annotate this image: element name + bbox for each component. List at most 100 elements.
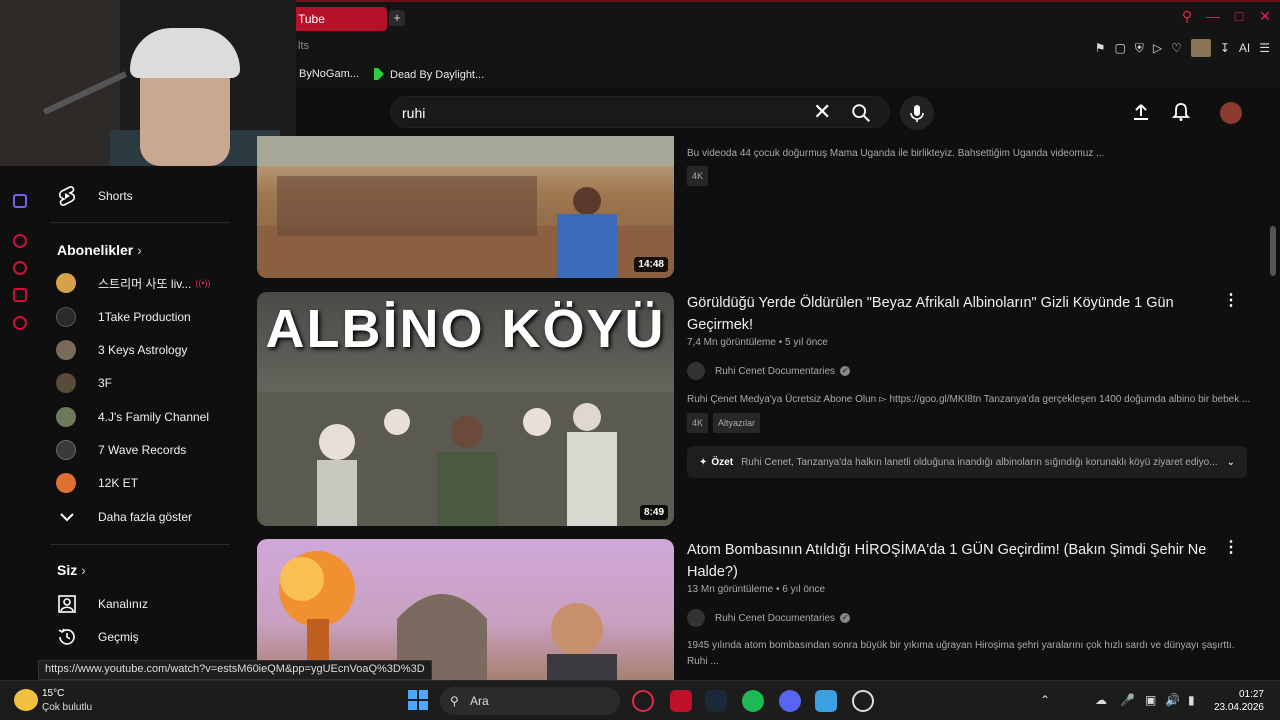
close-icon[interactable]: ✕ xyxy=(1258,8,1272,25)
webcam-overlay xyxy=(0,0,296,166)
opera-gx-icon[interactable] xyxy=(632,690,654,712)
tabbar-accent-line xyxy=(296,0,1280,2)
voice-search-icon[interactable] xyxy=(900,96,934,130)
show-more-label: Daha fazla göster xyxy=(98,510,193,524)
profile-avatar[interactable] xyxy=(1190,39,1211,57)
cloud-icon[interactable]: ☁ xyxy=(1095,693,1107,707)
sidebar-channel-item[interactable]: 1Take Production xyxy=(56,302,238,332)
search-icon[interactable] xyxy=(850,102,872,124)
search-input[interactable]: ruhi xyxy=(402,105,425,121)
sidebar-item-history[interactable]: Geçmiş xyxy=(56,622,238,652)
taskbar-search[interactable]: ⚲ Ara xyxy=(440,687,620,715)
player-icon[interactable] xyxy=(13,234,27,248)
page-scrollbar[interactable] xyxy=(1270,226,1276,276)
play-icon[interactable]: ▷ xyxy=(1153,41,1162,55)
twitch-icon[interactable] xyxy=(13,194,27,208)
channel-avatar xyxy=(687,609,705,627)
video-thumbnail[interactable]: ALBİNO KÖYÜ 8:49 xyxy=(257,292,674,526)
video-description: 1945 yılında atom bombasından sonra büyü… xyxy=(687,640,1235,651)
ai-button[interactable]: AI xyxy=(1239,41,1250,55)
heart-icon[interactable]: ♡ xyxy=(1171,41,1182,55)
ai-summary-panel[interactable]: ✦ Özet Ruhi Cenet, Tanzanya'da halkın la… xyxy=(687,446,1247,478)
sidebar-channel-item[interactable]: 스트리머 사또 liv... ((•)) xyxy=(56,268,238,298)
subscriptions-header[interactable]: Abonelikler › xyxy=(57,242,142,258)
battery-icon[interactable]: ▮ xyxy=(1188,693,1195,707)
sidebar-item-label: Shorts xyxy=(98,189,133,203)
subtitles-badge: Altyazılar xyxy=(713,413,761,433)
thumbnail-title-text: ALBİNO KÖYÜ xyxy=(265,299,666,359)
search-tabs-icon[interactable]: ⚲ xyxy=(1180,8,1194,25)
account-avatar[interactable] xyxy=(1220,102,1242,124)
steam-icon[interactable] xyxy=(705,690,727,712)
menu-icon[interactable]: ☰ xyxy=(1259,41,1270,55)
download-icon[interactable]: ↧ xyxy=(1220,41,1230,55)
channel-avatar xyxy=(56,340,76,360)
shield-icon[interactable]: ⛨ xyxy=(1135,41,1144,56)
channel-info[interactable]: Ruhi Cenet Documentaries ✓ xyxy=(687,362,851,380)
quality-badge: 4K xyxy=(687,166,709,186)
more-options-icon[interactable]: ⋮ xyxy=(1223,293,1239,309)
chevron-down-icon[interactable]: ⌄ xyxy=(1227,457,1235,468)
show-more-button[interactable]: Daha fazla göster xyxy=(56,502,238,532)
microphone-icon[interactable]: 🎤 xyxy=(1120,693,1135,707)
video-description: Ruhi Çenet Medya'ya Ücretsiz Abone Olun … xyxy=(687,394,1251,405)
bookmark-label: Dead By Daylight... xyxy=(390,69,485,81)
sidebar-item-shorts[interactable]: Shorts xyxy=(56,181,238,211)
channel-avatar xyxy=(56,473,76,493)
you-header[interactable]: Siz › xyxy=(57,562,86,578)
sidebar-channel-item[interactable]: 7 Wave Records xyxy=(56,435,238,465)
discord-icon[interactable] xyxy=(779,690,801,712)
pin-icon[interactable]: ⚑ xyxy=(1095,41,1106,55)
search-box[interactable]: ruhi ✕ xyxy=(390,96,890,128)
chevron-down-icon xyxy=(60,513,74,522)
taskbar-clock[interactable]: 01:27 23.04.2026 xyxy=(1214,688,1264,714)
extensions-icon[interactable] xyxy=(13,288,27,302)
channel-avatar xyxy=(687,362,705,380)
chevron-right-icon: › xyxy=(137,242,142,258)
history-icon[interactable] xyxy=(13,261,27,275)
network-icon[interactable]: ▣ xyxy=(1145,693,1156,707)
bookmark-item[interactable]: ByNoGam... xyxy=(299,68,359,80)
video-views: 13 Mn görüntüleme xyxy=(687,584,774,595)
address-text[interactable]: lts xyxy=(298,40,309,52)
video-thumbnail[interactable] xyxy=(257,539,674,680)
video-description-more: Ruhi ... xyxy=(687,656,719,667)
start-button[interactable] xyxy=(408,690,428,710)
notifications-bell-icon[interactable] xyxy=(1171,102,1191,122)
maximize-icon[interactable]: □ xyxy=(1232,8,1246,25)
minimize-icon[interactable]: — xyxy=(1206,8,1220,25)
bookmark-item-dead-by-daylight[interactable]: Dead By Daylight... xyxy=(374,68,484,81)
settings-gear-icon[interactable] xyxy=(13,316,27,330)
sidebar-channel-item[interactable]: 4.J's Family Channel xyxy=(56,402,238,432)
channel-info[interactable]: Ruhi Cenet Documentaries ✓ xyxy=(687,609,851,627)
sidebar-channel-item[interactable]: 3F xyxy=(56,368,238,398)
weather-description: Çok bulutlu xyxy=(42,702,93,713)
shorts-icon xyxy=(58,186,76,206)
ai-label: AI xyxy=(1238,41,1251,55)
sidebar-item-label: Kanalınız xyxy=(98,597,149,611)
app-icon[interactable] xyxy=(815,690,837,712)
video-thumbnail[interactable]: 14:48 xyxy=(257,136,674,278)
video-title[interactable]: Atom Bombasının Atıldığı HİROŞİMA'da 1 G… xyxy=(687,539,1207,583)
more-options-icon[interactable]: ⋮ xyxy=(1223,540,1239,556)
new-tab-button[interactable]: + xyxy=(389,10,405,26)
browser-tab-youtube[interactable]: Tube xyxy=(290,7,387,31)
youtube-sidebar: Shorts Abonelikler › 스트리머 사또 liv... ((•)… xyxy=(38,136,238,680)
channel-name: Ruhi Cenet Documentaries xyxy=(715,612,836,624)
app-icon[interactable] xyxy=(670,690,692,712)
channel-name: 1Take Production xyxy=(98,310,191,324)
clear-search-icon[interactable]: ✕ xyxy=(813,101,831,123)
volume-icon[interactable]: 🔊 xyxy=(1165,693,1180,707)
screenshot-icon[interactable]: ▢ xyxy=(1114,41,1125,55)
sidebar-channel-item[interactable]: 12K ET xyxy=(56,468,238,498)
tray-chevron-up-icon[interactable]: ⌃ xyxy=(1040,693,1050,707)
sidebar-item-your-channel[interactable]: Kanalınız xyxy=(56,589,238,619)
video-description: Bu videoda 44 çocuk doğurmuş Mama Uganda… xyxy=(687,148,1105,159)
weather-icon[interactable] xyxy=(14,689,38,711)
obs-icon[interactable] xyxy=(852,690,874,712)
upload-icon[interactable] xyxy=(1131,102,1151,122)
spotify-icon[interactable] xyxy=(742,690,764,712)
thumbnail-image xyxy=(257,136,674,278)
sidebar-channel-item[interactable]: 3 Keys Astrology xyxy=(56,335,238,365)
video-title[interactable]: Görüldüğü Yerde Öldürülen "Beyaz Afrikal… xyxy=(687,292,1207,336)
